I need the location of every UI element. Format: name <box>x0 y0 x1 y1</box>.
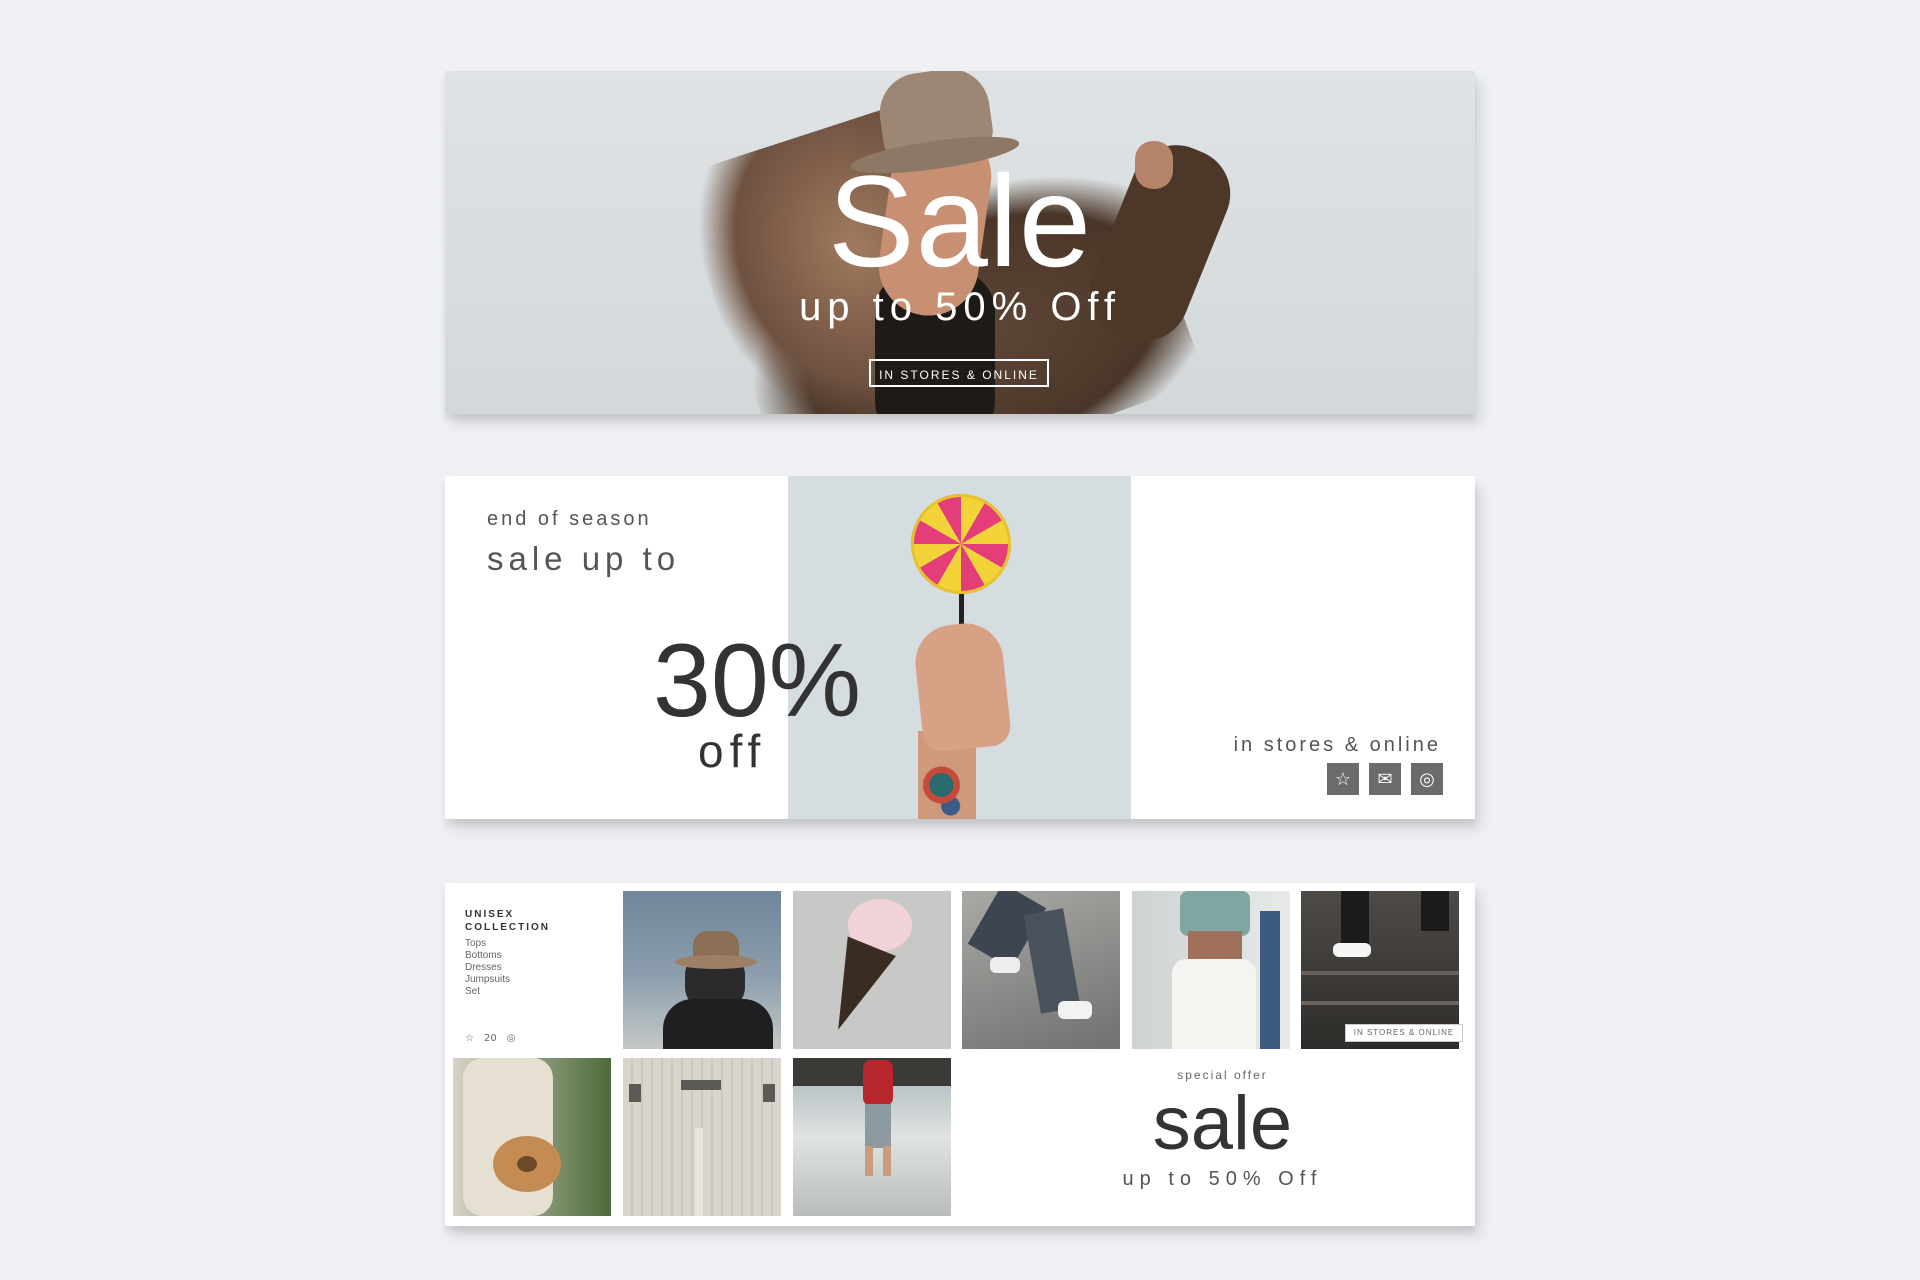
collection-icon-row: ☆ 20 ◎ <box>465 1033 515 1044</box>
category-jumpsuits[interactable]: Jumpsuits <box>465 974 550 986</box>
banner2-icon-row: ☆ ✉ ◎ <box>1327 763 1443 795</box>
in-stores-online-badge[interactable]: IN STORES & ONLINE <box>1345 1024 1463 1042</box>
envelope-icon[interactable]: ✉ <box>1369 763 1401 795</box>
globe-icon[interactable]: ◎ <box>507 1033 516 1044</box>
banner-sale-50: Sale up to 50% Off IN STORES & ONLINE <box>445 71 1475 414</box>
collection-title-2: COLLECTION <box>465 922 550 933</box>
banner2-channels: in stores & online <box>1233 734 1441 756</box>
banner2-off: off <box>698 725 767 777</box>
banner1-headline: Sale <box>827 148 1093 294</box>
special-offer-label: special offer <box>1177 1068 1268 1082</box>
photo-beige-wall <box>623 1058 781 1216</box>
category-dresses[interactable]: Dresses <box>465 962 550 974</box>
star-icon[interactable]: ☆ <box>1327 763 1359 795</box>
banner2-line2: sale up to <box>487 540 681 577</box>
banner-collection-grid: UNISEX COLLECTION Tops Bottoms Dresses J… <box>445 883 1475 1226</box>
collection-sidebar: UNISEX COLLECTION Tops Bottoms Dresses J… <box>465 908 550 998</box>
banner-season-sale-30: end of season sale up to 30% off in stor… <box>445 476 1475 819</box>
banner3-headline: sale <box>1152 1081 1293 1166</box>
star-icon[interactable]: ☆ <box>465 1033 474 1044</box>
photo-hat-woman <box>623 891 781 1049</box>
footer-number: 20 <box>483 1033 497 1044</box>
photo-skatepark-man <box>793 1058 951 1216</box>
category-tops[interactable]: Tops <box>465 938 550 950</box>
in-stores-online-button[interactable]: IN STORES & ONLINE <box>869 359 1049 387</box>
banner3-subline: up to 50% Off <box>1122 1168 1323 1190</box>
photo-woven-bag <box>453 1058 611 1216</box>
category-set[interactable]: Set <box>465 986 550 998</box>
photo-woman-white-pants <box>1132 891 1290 1049</box>
photo-stairs-legs <box>962 891 1120 1049</box>
banner2-eyebrow: end of season <box>487 508 652 530</box>
banner2-percent: 30% <box>653 623 862 739</box>
banner1-subline: up to 50% Off <box>799 285 1121 329</box>
collection-title-1: UNISEX <box>465 909 515 920</box>
category-bottoms[interactable]: Bottoms <box>465 950 550 962</box>
photo-peony-cone <box>793 891 951 1049</box>
globe-icon[interactable]: ◎ <box>1411 763 1443 795</box>
